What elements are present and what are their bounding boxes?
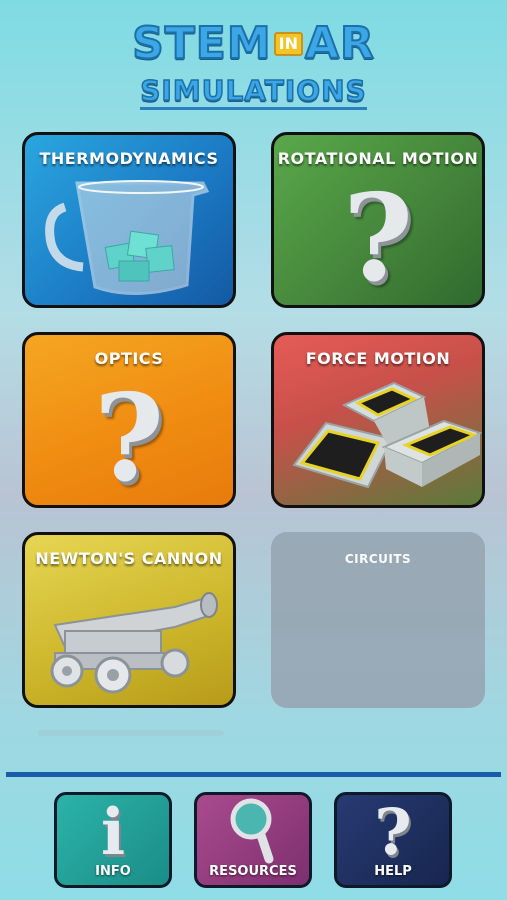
logo-title: STEM IN AR: [0, 17, 507, 74]
help-button[interactable]: ? HELP: [334, 792, 452, 888]
ice-pitcher-icon: [45, 180, 210, 295]
logo-ar: AR: [304, 17, 375, 70]
info-label: INFO: [95, 864, 131, 879]
app-logo: STEM IN AR SIMULATIONS: [0, 17, 507, 110]
tile-title: OPTICS: [94, 349, 164, 368]
nav-divider: [6, 772, 501, 777]
help-label: HELP: [374, 864, 412, 879]
resources-label: RESOURCES: [209, 864, 297, 879]
info-button[interactable]: i INFO: [54, 792, 172, 888]
cannon-icon: [50, 592, 218, 694]
logo-subtitle: SIMULATIONS: [140, 73, 367, 110]
logo-stem: STEM: [131, 17, 272, 70]
tile-thermodynamics[interactable]: THERMODYNAMICS: [22, 132, 236, 308]
help-icon: ?: [374, 795, 412, 870]
tile-title: CIRCUITS: [344, 552, 412, 566]
info-icon: i: [100, 795, 126, 870]
tile-newtons-cannon[interactable]: NEWTON'S CANNON: [22, 532, 236, 708]
scroll-indicator: [38, 730, 224, 736]
tile-circuits[interactable]: CIRCUITS: [271, 532, 485, 708]
tile-force-motion[interactable]: FORCE MOTION: [271, 332, 485, 508]
question-mark-icon: ?: [342, 168, 414, 308]
resources-button[interactable]: RESOURCES: [194, 792, 312, 888]
logo-in-badge: IN: [273, 31, 303, 56]
tile-title: ROTATIONAL MOTION: [277, 149, 479, 168]
tile-rotational-motion[interactable]: ROTATIONAL MOTION ?: [271, 132, 485, 308]
sled-block-icon: [292, 381, 482, 489]
tile-optics[interactable]: OPTICS ?: [22, 332, 236, 508]
question-mark-icon: ?: [93, 368, 165, 508]
